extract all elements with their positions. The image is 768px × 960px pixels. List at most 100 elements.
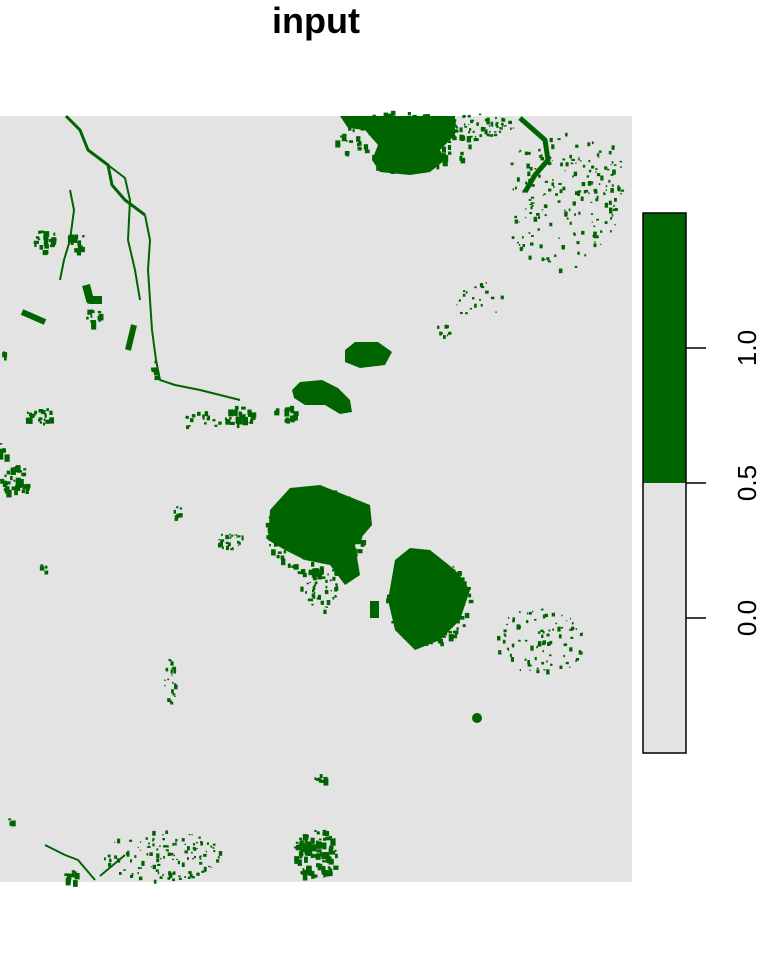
raster-cell bbox=[335, 587, 339, 591]
raster-cell bbox=[428, 144, 432, 150]
raster-cell bbox=[430, 592, 433, 595]
raster-cell bbox=[578, 650, 582, 654]
raster-cell bbox=[393, 141, 399, 148]
raster-cell bbox=[300, 532, 303, 536]
raster-cell bbox=[569, 666, 571, 668]
raster-cell bbox=[299, 543, 303, 548]
raster-cell bbox=[329, 871, 333, 877]
raster-cell bbox=[390, 167, 395, 174]
raster-cell bbox=[302, 554, 306, 560]
raster-cell bbox=[171, 674, 173, 676]
raster-cell bbox=[0, 443, 3, 445]
raster-cell bbox=[562, 158, 566, 161]
raster-cell bbox=[344, 545, 350, 554]
raster-cell bbox=[431, 563, 437, 571]
raster-cell bbox=[437, 157, 440, 161]
raster-cell bbox=[191, 834, 193, 836]
raster-cell bbox=[330, 852, 333, 855]
raster-cell bbox=[548, 188, 552, 192]
raster-cell bbox=[498, 130, 502, 133]
raster-cell bbox=[184, 843, 187, 845]
raster-cell bbox=[167, 849, 169, 852]
raster-cell bbox=[218, 421, 222, 425]
raster-cell bbox=[506, 623, 508, 626]
raster-cell bbox=[236, 534, 238, 537]
raster-cell bbox=[162, 838, 165, 841]
raster-cell bbox=[229, 536, 232, 539]
raster-cell bbox=[415, 569, 421, 575]
raster-cell bbox=[572, 201, 576, 206]
raster-cell bbox=[519, 611, 521, 614]
raster-cell bbox=[460, 616, 465, 620]
raster-cell bbox=[149, 852, 153, 856]
raster-cell bbox=[499, 127, 503, 130]
raster-cell bbox=[460, 577, 465, 582]
raster-cell bbox=[422, 558, 428, 563]
raster-cell bbox=[326, 853, 329, 857]
raster-cell bbox=[44, 413, 47, 416]
raster-cell bbox=[53, 232, 56, 236]
raster-cell bbox=[578, 157, 580, 159]
raster-cell bbox=[139, 841, 142, 843]
raster-cell bbox=[425, 635, 429, 640]
raster-cell bbox=[4, 474, 7, 478]
raster-cell bbox=[287, 563, 291, 568]
raster-cell bbox=[226, 545, 229, 551]
raster-cell bbox=[15, 465, 20, 468]
raster-cell bbox=[152, 839, 154, 842]
raster-cell bbox=[310, 538, 314, 542]
raster-cell bbox=[313, 584, 317, 587]
raster-cell bbox=[561, 245, 565, 250]
raster-cell bbox=[425, 567, 428, 569]
raster-cell bbox=[536, 667, 539, 670]
raster-cell bbox=[287, 494, 290, 497]
raster-cell bbox=[552, 179, 554, 181]
raster-cell bbox=[581, 230, 585, 235]
raster-cell bbox=[514, 219, 519, 224]
raster-cell bbox=[42, 250, 48, 256]
raster-cell bbox=[317, 594, 321, 600]
raster-cell bbox=[384, 127, 387, 130]
raster-cell bbox=[451, 569, 456, 572]
raster-cell bbox=[446, 325, 449, 329]
raster-cell bbox=[501, 124, 504, 127]
raster-cell bbox=[238, 541, 241, 545]
raster-cell bbox=[269, 544, 271, 547]
raster-cell bbox=[593, 243, 597, 248]
raster-cell bbox=[542, 194, 545, 196]
raster-cell bbox=[326, 490, 331, 494]
raster-cell bbox=[28, 417, 33, 424]
raster-cell bbox=[90, 314, 93, 318]
raster-cell bbox=[530, 242, 534, 246]
raster-cell bbox=[565, 132, 568, 137]
raster-cell bbox=[325, 558, 328, 562]
raster-cell bbox=[225, 534, 229, 540]
raster-cell bbox=[179, 507, 183, 510]
raster-cell bbox=[28, 412, 32, 417]
raster-cell bbox=[234, 405, 239, 410]
raster-cell bbox=[172, 878, 175, 882]
raster-cell bbox=[176, 858, 178, 860]
raster-cell bbox=[353, 537, 357, 541]
raster-cell bbox=[285, 407, 289, 413]
raster-cell bbox=[610, 188, 614, 193]
raster-cell bbox=[309, 549, 312, 552]
raster-cell bbox=[434, 123, 438, 125]
raster-cell bbox=[309, 870, 315, 876]
raster-cell bbox=[152, 830, 156, 836]
raster-cell bbox=[525, 216, 527, 219]
raster-cell bbox=[169, 878, 171, 880]
raster-cell bbox=[414, 584, 418, 589]
raster-cell bbox=[335, 583, 338, 586]
raster-cell bbox=[343, 509, 346, 513]
raster-cell bbox=[436, 619, 441, 623]
raster-cell bbox=[517, 625, 521, 629]
raster-cell bbox=[518, 639, 521, 642]
raster-cell bbox=[372, 154, 376, 161]
raster-cell bbox=[541, 209, 544, 211]
raster-cell bbox=[15, 480, 19, 484]
raster-cell bbox=[555, 622, 558, 625]
raster-cell bbox=[304, 840, 308, 844]
raster-cell bbox=[483, 127, 486, 130]
raster-cell bbox=[237, 544, 240, 547]
